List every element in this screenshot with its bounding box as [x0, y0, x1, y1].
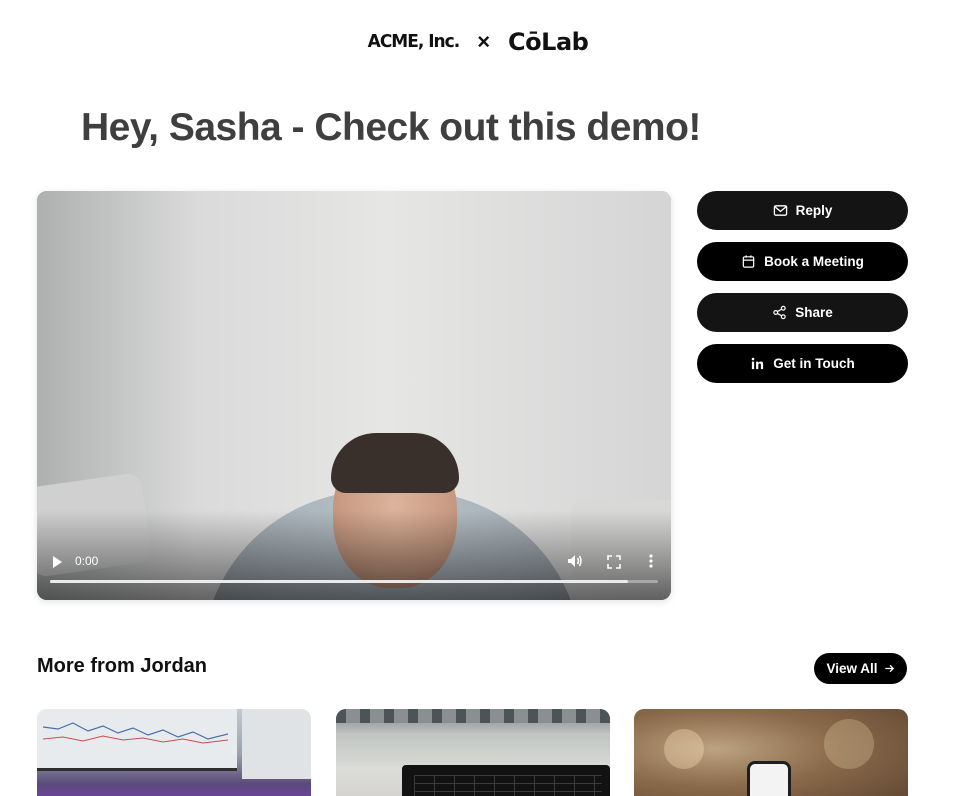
share-button[interactable]: Share [697, 293, 908, 332]
video-current-time: 0:00 [75, 554, 99, 568]
view-all-button[interactable]: View All [814, 653, 907, 684]
brand-header: ACME, Inc. × CōLab [0, 26, 956, 58]
thumbnail-chart-graphic [43, 722, 228, 744]
video-card-thumbnail[interactable] [634, 709, 908, 796]
arrow-right-icon [884, 664, 894, 673]
colab-logo: CōLab [508, 28, 589, 56]
volume-icon[interactable] [567, 553, 583, 569]
thumbnail-phone [747, 761, 791, 796]
reply-button[interactable]: Reply [697, 191, 908, 230]
video-card-thumbnail[interactable] [336, 709, 610, 796]
thumbnail-window-blinds [336, 709, 610, 723]
acme-logo: ACME, Inc. [367, 31, 461, 53]
thumbnail-bokeh [824, 719, 874, 769]
brand-separator: × [477, 29, 491, 54]
book-meeting-button-label: Book a Meeting [764, 254, 864, 269]
video-frame-person-hair [331, 433, 459, 493]
thumbnail-bokeh [664, 729, 704, 769]
calendar-icon [742, 255, 755, 268]
video-progress-track[interactable] [50, 580, 658, 583]
action-buttons: Reply Book a Meeting Share Get in Touch [697, 191, 908, 395]
more-section-title: More from Jordan [37, 655, 208, 677]
page-title: Hey, Sasha - Check out this demo! [81, 106, 701, 149]
video-card-thumbnail[interactable] [37, 709, 311, 796]
get-in-touch-button[interactable]: Get in Touch [697, 344, 908, 383]
play-icon[interactable] [50, 555, 64, 569]
view-all-label: View All [826, 661, 878, 676]
thumbnail-spreadsheet [414, 775, 602, 796]
share-icon [773, 305, 786, 320]
mail-icon [773, 205, 787, 216]
fullscreen-icon[interactable] [607, 555, 621, 569]
thumbnail-monitor [37, 709, 237, 771]
more-options-icon[interactable] [648, 553, 654, 569]
get-in-touch-button-label: Get in Touch [773, 356, 855, 371]
video-buffer-bar [50, 580, 628, 583]
video-player[interactable]: 0:00 [37, 191, 671, 600]
linkedin-icon [751, 357, 764, 370]
thumbnail-second-monitor [242, 709, 311, 779]
share-button-label: Share [795, 305, 833, 320]
book-meeting-button[interactable]: Book a Meeting [697, 242, 908, 281]
reply-button-label: Reply [795, 203, 833, 218]
